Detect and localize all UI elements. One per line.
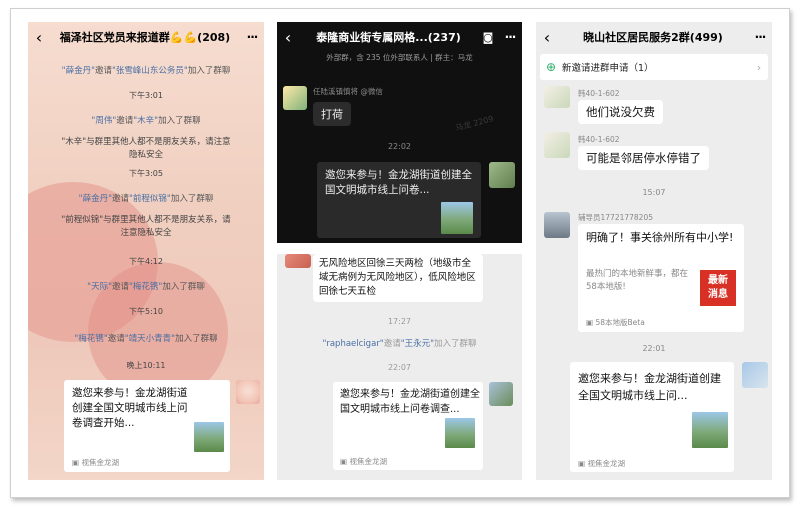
timestamp: 下午3:01 — [129, 91, 163, 100]
user-avatar[interactable] — [489, 162, 515, 188]
link-card-source: ▣ 视焦金龙湖 — [340, 457, 387, 466]
chat-title: 福泽社区党员来报道群💪💪(208) — [59, 31, 231, 44]
sender-name: 任陆溪镇慎将 @微信 — [313, 87, 383, 96]
user-avatar[interactable] — [285, 254, 311, 268]
system-message: "周伟"邀请"木辛"加入了群聊 — [91, 116, 201, 126]
timestamp: 下午3:05 — [129, 169, 163, 178]
join-request-label: 新邀请进群申请（1） — [562, 63, 654, 74]
chat-header: ‹ 泰隆商业街专属网格...(237) ◙ ··· — [277, 22, 522, 52]
system-message: "梅花镌"邀请"靖天小青青"加入了群聊 — [74, 334, 218, 344]
add-user-icon: ⊕ — [545, 60, 557, 74]
link-card-thumbnail — [445, 418, 475, 448]
chat-header: ‹ 晓山社区居民服务2群(499) ··· — [536, 22, 772, 52]
message-bubble[interactable]: 可能是邻居停水停错了 — [578, 146, 709, 170]
news-card[interactable]: 明确了！事关徐州所有中小学! 最热门的本地新鲜事，都在58本地版! 最新 消息 … — [578, 224, 744, 332]
timestamp: 22:07 — [387, 363, 412, 372]
news-badge: 最新 消息 — [700, 270, 736, 306]
link-card-source: ▣ 视焦金龙湖 — [578, 459, 625, 468]
more-icon[interactable]: ··· — [498, 30, 522, 44]
join-request-bar[interactable]: ⊕ 新邀请进群申请（1） › — [540, 54, 768, 80]
message-bubble[interactable]: 无风险地区回徐三天两检（地级市全域无病例为无风险地区），低风险地区回徐七天五检 — [313, 254, 483, 302]
back-icon[interactable]: ‹ — [536, 28, 558, 47]
chat-title: 晓山社区居民服务2群(499) — [583, 31, 723, 44]
message-bubble[interactable]: 他们说没欠费 — [578, 100, 663, 124]
timestamp: 晚上10:11 — [126, 361, 166, 370]
privacy-notice: "前程似锦"与群里其他人都不是朋友关系，请注意隐私安全 — [61, 215, 231, 238]
link-card[interactable]: 邀您来参与！金龙湖街道创建全国文明城市线上问... ▣ 视焦金龙湖 — [570, 362, 734, 472]
timestamp: 15:07 — [642, 188, 666, 197]
chat-header: ‹ 福泽社区党员来报道群💪💪(208) ··· — [28, 22, 264, 52]
news-card-title: 明确了！事关徐州所有中小学! — [586, 231, 734, 244]
link-card-source: ▣ 视焦金龙湖 — [72, 458, 119, 467]
link-card-title: 邀您来参与！金龙湖街道创建全国文明城市线上问... — [578, 372, 721, 402]
system-message: "天际"邀请"梅花镌"加入了群聊 — [87, 282, 205, 292]
more-icon[interactable]: ··· — [240, 30, 264, 44]
link-card-thumbnail — [441, 202, 473, 234]
system-message: "薛金丹"邀请"前程似锦"加入了群聊 — [78, 194, 214, 204]
link-card-thumbnail — [194, 422, 224, 452]
video-call-icon[interactable]: ◙ — [478, 31, 498, 44]
user-avatar[interactable] — [544, 86, 570, 108]
user-avatar[interactable] — [489, 382, 513, 406]
user-avatar[interactable] — [742, 362, 768, 388]
user-avatar[interactable] — [544, 132, 570, 158]
link-card-title: 邀您来参与！金龙湖街道创建全国文明城市线上问卷调查开始... — [72, 387, 188, 429]
user-avatar[interactable] — [544, 212, 570, 238]
user-avatar[interactable] — [283, 86, 307, 110]
timestamp: 下午5:10 — [129, 307, 163, 316]
group-subtitle: 外部群，含 235 位外部联系人 | 群主：马龙 — [326, 53, 473, 62]
link-card-title: 邀您来参与！金龙湖街道创建全国文明城市线上问卷... — [325, 169, 472, 196]
user-avatar[interactable] — [236, 380, 260, 404]
chat-panel-fuze: ‹ 福泽社区党员来报道群💪💪(208) ··· "薛金丹"邀请"张雪峰山东公务员… — [28, 22, 264, 480]
timestamp: 22:01 — [642, 344, 666, 353]
news-card-source: ▣ 58本地版Beta — [586, 318, 645, 327]
privacy-notice: "木辛"与群里其他人都不是朋友关系，请注意隐私安全 — [61, 137, 231, 160]
system-message: "raphaelcigar"邀请"王永元"加入了群聊 — [322, 339, 477, 349]
system-message: "薛金丹"邀请"张雪峰山东公务员"加入了群聊 — [61, 66, 231, 76]
link-card[interactable]: 邀您来参与！金龙湖街道创建全国文明城市线上问卷调查... ▣ 视焦金龙湖 — [333, 382, 483, 470]
chat-panel-continued: 无风险地区回徐三天两检（地级市全域无病例为无风险地区），低风险地区回徐七天五检 … — [277, 254, 522, 480]
chat-panel-xiaoshan: ‹ 晓山社区居民服务2群(499) ··· ⊕ 新邀请进群申请（1） › 韩40… — [536, 22, 772, 480]
timestamp: 22:02 — [387, 142, 412, 151]
watermark: 马龙 2209 — [454, 114, 495, 133]
back-icon[interactable]: ‹ — [28, 28, 50, 47]
sender-name: 韩40-1-602 — [578, 135, 620, 144]
link-card-thumbnail — [692, 412, 728, 448]
sender-name: 韩40-1-602 — [578, 89, 620, 98]
link-card[interactable]: 邀您来参与！金龙湖街道创建全国文明城市线上问卷调查开始... ▣ 视焦金龙湖 — [64, 380, 230, 472]
timestamp: 17:27 — [387, 317, 412, 326]
back-icon[interactable]: ‹ — [277, 28, 299, 47]
news-card-desc: 最热门的本地新鲜事，都在58本地版! — [586, 269, 689, 292]
timestamp: 下午4:12 — [129, 257, 163, 266]
link-card-title: 邀您来参与！金龙湖街道创建全国文明城市线上问卷调查... — [340, 389, 480, 415]
chevron-right-icon: › — [756, 60, 762, 74]
sender-name: 辅导员17721778205 — [578, 213, 653, 222]
chat-title: 泰隆商业街专属网格...(237) — [316, 31, 461, 44]
message-bubble[interactable]: 打荷 — [313, 102, 351, 126]
chat-panel-tailong: ‹ 泰隆商业街专属网格...(237) ◙ ··· 外部群，含 235 位外部联… — [277, 22, 522, 243]
more-icon[interactable]: ··· — [748, 30, 772, 44]
link-card[interactable]: 邀您来参与！金龙湖街道创建全国文明城市线上问卷... — [317, 162, 481, 238]
